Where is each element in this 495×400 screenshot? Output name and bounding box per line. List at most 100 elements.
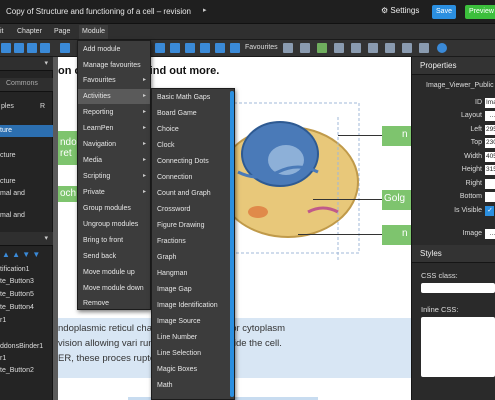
favourite-text-icon[interactable] (300, 43, 310, 53)
module-order-arrows-icon[interactable]: ▲ ▲ ▼ ▼ (2, 250, 40, 259)
copy-icon[interactable] (1, 43, 11, 53)
menu-item-bring-to-front[interactable]: Bring to front (78, 233, 150, 248)
module-list-item[interactable]: tification1 (0, 266, 30, 273)
prop-top-input[interactable]: 230 (485, 138, 495, 148)
menu-item-activities[interactable]: Activities ▸ (78, 89, 150, 104)
module-list-item[interactable]: r1 (0, 355, 6, 362)
collapse-icon[interactable]: ▾ (44, 59, 48, 67)
activity-connecting-dots[interactable]: Connecting Dots (152, 154, 234, 169)
activity-hangman[interactable]: Hangman (152, 266, 234, 281)
styles-header: Styles (412, 245, 495, 263)
activity-line-number[interactable]: Line Number (152, 330, 234, 345)
is-visible-checkbox[interactable]: ✓ (485, 206, 494, 216)
prop-left-input[interactable]: 295 (485, 125, 495, 135)
arrow-up-icon[interactable] (60, 43, 70, 53)
activity-basic-math-gaps[interactable]: Basic Math Gaps (152, 90, 234, 105)
submenu-scrollbar[interactable] (230, 91, 234, 397)
module-list-item[interactable]: te_Button2 (0, 367, 34, 374)
menu-item-favourites[interactable]: Favourites ▸ (78, 73, 150, 88)
title-caret-icon[interactable]: ▸ (203, 6, 207, 14)
inline-css-input[interactable] (421, 317, 495, 377)
commons-tab[interactable]: Commons (6, 80, 38, 87)
module-list-item[interactable]: ddonsBinder1 (0, 343, 43, 350)
settings-button[interactable]: ⚙ Settings (381, 6, 419, 15)
prop-layout-button[interactable]: ... (485, 111, 495, 121)
activity-crossword[interactable]: Crossword (152, 202, 234, 217)
page-list-item[interactable]: mal and (0, 212, 25, 219)
favourite-abc-icon[interactable] (385, 43, 395, 53)
favourite-image-icon[interactable] (283, 43, 293, 53)
favourites-settings-icon[interactable] (437, 43, 447, 53)
paste-icon[interactable] (14, 43, 24, 53)
menu-item-private[interactable]: Private ▸ (78, 185, 150, 200)
distribute-icon[interactable] (200, 43, 210, 53)
preview-button[interactable]: Preview (465, 5, 495, 19)
activity-math[interactable]: Math (152, 378, 234, 393)
favourite-table-icon[interactable] (402, 43, 412, 53)
css-class-input[interactable] (421, 283, 495, 293)
activity-image-identification[interactable]: Image Identification (152, 298, 234, 313)
menu-item-ungroup-modules[interactable]: Ungroup modules (78, 217, 150, 232)
menu-module[interactable]: Module (79, 25, 108, 39)
page-list-item-selected[interactable]: ture (0, 125, 53, 137)
prop-width-input[interactable]: 405 (485, 152, 495, 162)
connector-line (338, 135, 382, 136)
menu-item-learnpen[interactable]: LearnPen ▸ (78, 121, 150, 136)
prop-height-input[interactable]: 315 (485, 165, 495, 175)
page-list-item[interactable]: cture (0, 152, 16, 159)
favourite-media-icon[interactable] (419, 43, 429, 53)
collapse-icon[interactable]: ▾ (44, 234, 48, 242)
activity-figure-drawing[interactable]: Figure Drawing (152, 218, 234, 233)
menu-item-media[interactable]: Media ▸ (78, 153, 150, 168)
page-list-item[interactable]: mal and (0, 190, 25, 197)
menu-item-move-down[interactable]: Move module down (78, 281, 150, 296)
activity-graph[interactable]: Graph (152, 250, 234, 265)
activity-connection[interactable]: Connection (152, 170, 234, 185)
menu-chapter[interactable]: Chapter (17, 28, 42, 35)
align-icon[interactable] (170, 43, 180, 53)
prop-bottom-input[interactable] (485, 192, 495, 202)
prop-right-input[interactable] (485, 179, 495, 189)
prop-row-height: Height315 (412, 165, 495, 177)
activity-image-gap[interactable]: Image Gap (152, 282, 234, 297)
activity-line-selection[interactable]: Line Selection (152, 346, 234, 361)
activity-fractions[interactable]: Fractions (152, 234, 234, 249)
arrow-icon[interactable] (155, 43, 165, 53)
menu-item-scripting[interactable]: Scripting ▸ (78, 169, 150, 184)
save-button[interactable]: Save (432, 5, 456, 19)
menu-item-group-modules[interactable]: Group modules (78, 201, 150, 216)
menu-item-reporting[interactable]: Reporting ▸ (78, 105, 150, 120)
page-list-item[interactable]: cture (0, 178, 16, 185)
menu-item-move-up[interactable]: Move module up (78, 265, 150, 280)
activity-choice[interactable]: Choice (152, 122, 234, 137)
menu-item-send-back[interactable]: Send back (78, 249, 150, 264)
favourite-grid-icon[interactable] (351, 43, 361, 53)
prop-image-button[interactable]: ... (485, 229, 495, 239)
resize-icon[interactable] (215, 43, 225, 53)
favourite-list-icon[interactable] (334, 43, 344, 53)
align-center-icon[interactable] (185, 43, 195, 53)
page-list-item[interactable]: ples (1, 103, 14, 110)
module-list-item[interactable]: te_Button4 (0, 304, 34, 311)
module-list-item[interactable]: r1 (0, 317, 6, 324)
menu-item-navigation[interactable]: Navigation ▸ (78, 137, 150, 152)
menu-page[interactable]: Page (54, 28, 70, 35)
prop-id-input[interactable]: Image (485, 98, 495, 108)
favourite-button-icon[interactable] (368, 43, 378, 53)
group-icon[interactable] (230, 43, 240, 53)
menu-item-remove[interactable]: Remove (78, 297, 150, 310)
delete-icon[interactable] (40, 43, 50, 53)
menu-edit[interactable]: it (0, 28, 4, 35)
module-list-item[interactable]: te_Button5 (0, 291, 34, 298)
duplicate-icon[interactable] (27, 43, 37, 53)
favourite-green-icon[interactable] (317, 43, 327, 53)
menu-item-add-module[interactable]: Add module (78, 42, 150, 57)
module-list-item[interactable]: te_Button3 (0, 278, 34, 285)
activity-image-source[interactable]: Image Source (152, 314, 234, 329)
activity-magic-boxes[interactable]: Magic Boxes (152, 362, 234, 377)
activity-clock[interactable]: Clock (152, 138, 234, 153)
activity-count-and-graph[interactable]: Count and Graph (152, 186, 234, 201)
properties-panel: Properties Image_Viewer_Public IDImage L… (411, 57, 495, 400)
menu-item-manage-favourites[interactable]: Manage favourites (78, 58, 150, 73)
activity-board-game[interactable]: Board Game (152, 106, 234, 121)
